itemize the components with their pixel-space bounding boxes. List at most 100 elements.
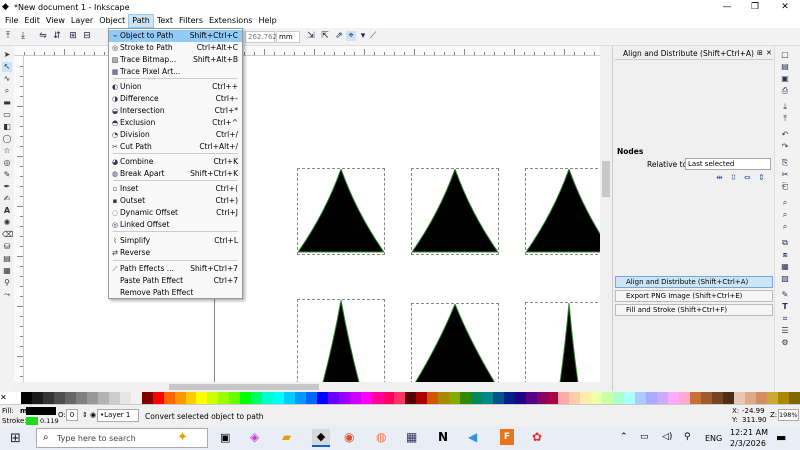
menu-file[interactable]: File bbox=[2, 14, 21, 28]
scroll-thumb[interactable] bbox=[169, 384, 319, 390]
duplicate-icon[interactable]: ⧉ bbox=[780, 238, 790, 248]
close-button[interactable]: ✕ bbox=[770, 0, 800, 14]
fill-stroke-icon[interactable]: ✎ bbox=[780, 290, 790, 300]
color-swatch[interactable] bbox=[547, 392, 559, 404]
node-tool-icon[interactable]: ↖ bbox=[2, 62, 12, 72]
color-swatch[interactable] bbox=[108, 392, 120, 404]
color-swatch[interactable] bbox=[679, 392, 691, 404]
triangle-shape[interactable] bbox=[297, 168, 385, 255]
color-swatch[interactable] bbox=[371, 392, 383, 404]
color-swatch[interactable] bbox=[130, 392, 142, 404]
print-icon[interactable]: ⎙ bbox=[780, 86, 790, 96]
menu-path[interactable]: Path bbox=[128, 14, 154, 28]
mesh-tool-icon[interactable]: ▦ bbox=[2, 266, 12, 276]
color-swatch[interactable] bbox=[339, 392, 351, 404]
color-swatch[interactable] bbox=[31, 392, 43, 404]
dropper-tool-icon[interactable]: ⚲ bbox=[2, 278, 12, 288]
menu-item-outset[interactable]: ▪ Outset Ctrl+) bbox=[109, 195, 242, 207]
color-swatch[interactable] bbox=[284, 392, 296, 404]
maximize-button[interactable]: ❐ bbox=[740, 0, 770, 14]
menu-item-cut-path[interactable]: ✂ Cut Path Ctrl+Alt+/ bbox=[109, 141, 242, 153]
paint-icon[interactable]: ✿ bbox=[532, 430, 542, 444]
tab-export-png[interactable]: Export PNG Image (Shift+Ctrl+E) bbox=[615, 290, 773, 302]
color-swatch[interactable] bbox=[514, 392, 526, 404]
menu-item-break-apart[interactable]: ◍ Break Apart Shift+Ctrl+K bbox=[109, 168, 242, 180]
distribute-icon[interactable]: ⊟ bbox=[82, 31, 92, 41]
eraser-tool-icon[interactable]: ⌫ bbox=[2, 230, 13, 240]
rotate-icon[interactable]: ⤒ bbox=[3, 31, 13, 41]
network-icon[interactable]: ⚲ bbox=[684, 432, 691, 442]
opacity-stepper-icon[interactable]: ⇕ bbox=[82, 411, 88, 419]
color-swatch[interactable] bbox=[42, 392, 54, 404]
menu-view[interactable]: View bbox=[43, 14, 68, 28]
xml-editor-icon[interactable]: ⌗ bbox=[780, 314, 790, 324]
zoom-selection-icon[interactable]: ⌕ bbox=[780, 198, 790, 208]
menu-item-paste-path-effect[interactable]: Paste Path Effect Ctrl+7 bbox=[109, 275, 242, 287]
notification-icon[interactable]: ▬ bbox=[776, 431, 786, 444]
narrow-triangle-shape[interactable] bbox=[297, 299, 385, 382]
color-swatch[interactable] bbox=[404, 392, 416, 404]
tab-align-distribute[interactable]: Align and Distribute (Shift+Ctrl+A) bbox=[615, 276, 773, 288]
new-document-icon[interactable]: ▢ bbox=[780, 50, 790, 60]
scroll-thumb[interactable] bbox=[602, 161, 610, 197]
color-swatch[interactable] bbox=[119, 392, 131, 404]
undo-icon[interactable]: ↶ bbox=[780, 130, 790, 140]
color-swatch[interactable] bbox=[624, 392, 636, 404]
dock-close-icon[interactable]: ✕ bbox=[766, 49, 772, 57]
import-icon[interactable]: ⤓ bbox=[780, 102, 790, 112]
unit-select[interactable]: mm bbox=[276, 31, 300, 43]
bucket-tool-icon[interactable]: ⛁ bbox=[2, 242, 12, 252]
app-f-icon[interactable]: F bbox=[500, 429, 514, 445]
pen-tool-icon[interactable]: ✒ bbox=[2, 182, 12, 192]
color-swatch[interactable] bbox=[602, 392, 614, 404]
menu-item-simplify[interactable]: ⌇ Simplify Ctrl+L bbox=[109, 235, 242, 247]
color-swatch[interactable] bbox=[163, 392, 175, 404]
triangle-shape[interactable] bbox=[411, 303, 499, 382]
menu-item-division[interactable]: ◔ Division Ctrl+/ bbox=[109, 129, 242, 141]
tray-chevron-icon[interactable]: ⌃ bbox=[620, 432, 628, 442]
color-swatch[interactable] bbox=[426, 392, 438, 404]
vertical-scrollbar[interactable] bbox=[600, 46, 612, 382]
color-swatch[interactable] bbox=[86, 392, 98, 404]
windows-start-icon[interactable]: ⊞ bbox=[10, 431, 21, 446]
menu-item-intersection[interactable]: ◒ Intersection Ctrl+* bbox=[109, 105, 242, 117]
volume-icon[interactable]: ◁) bbox=[662, 432, 672, 442]
menu-item-trace-bitmap[interactable]: ▨ Trace Bitmap... Shift+Alt+B bbox=[109, 54, 242, 66]
color-swatch[interactable] bbox=[690, 392, 702, 404]
snap-icon[interactable]: ⌖ bbox=[346, 31, 356, 41]
scale-stroke-icon[interactable]: ⇲ bbox=[306, 31, 316, 41]
color-swatch[interactable] bbox=[777, 392, 789, 404]
text-font-icon[interactable]: T bbox=[780, 302, 790, 312]
rect-tool-icon[interactable]: ▭ bbox=[2, 110, 12, 120]
open-icon[interactable]: ▤ bbox=[780, 62, 790, 72]
color-swatch[interactable] bbox=[64, 392, 76, 404]
zoom-tool-icon[interactable]: ⌕ bbox=[2, 86, 12, 96]
color-swatch[interactable] bbox=[470, 392, 482, 404]
color-swatch[interactable] bbox=[613, 392, 625, 404]
color-swatch[interactable] bbox=[525, 392, 537, 404]
color-swatch[interactable] bbox=[207, 392, 219, 404]
color-swatch[interactable] bbox=[437, 392, 449, 404]
save-icon[interactable]: ▣ bbox=[780, 74, 790, 84]
star-tool-icon[interactable]: ☆ bbox=[2, 146, 12, 156]
layers-icon[interactable]: ☰ bbox=[780, 326, 790, 336]
file-explorer-icon[interactable]: ▰ bbox=[282, 430, 291, 444]
color-swatch[interactable] bbox=[635, 392, 647, 404]
preferences-icon[interactable]: ⚙ bbox=[780, 338, 790, 348]
color-swatch[interactable] bbox=[766, 392, 778, 404]
color-swatch[interactable] bbox=[97, 392, 109, 404]
zoom-page-icon[interactable]: ⌕ bbox=[780, 222, 790, 232]
color-swatch[interactable] bbox=[75, 392, 87, 404]
color-swatch[interactable] bbox=[152, 392, 164, 404]
menu-help[interactable]: Help bbox=[255, 14, 279, 28]
inkscape-taskbar-icon[interactable]: ◆ bbox=[312, 429, 330, 447]
text-tool-icon[interactable]: A bbox=[2, 206, 12, 216]
clock-time[interactable]: 12:21 AM bbox=[730, 428, 768, 437]
distribute-nodes-icon[interactable]: ⇕ bbox=[758, 173, 765, 182]
color-swatch[interactable] bbox=[580, 392, 592, 404]
calculator-icon[interactable]: ▦ bbox=[406, 430, 417, 444]
ellipse-tool-icon[interactable]: ◯ bbox=[2, 134, 12, 144]
clone-icon[interactable]: ⧈ bbox=[780, 250, 790, 260]
triangle-shape[interactable] bbox=[525, 168, 600, 255]
color-swatch[interactable] bbox=[646, 392, 658, 404]
